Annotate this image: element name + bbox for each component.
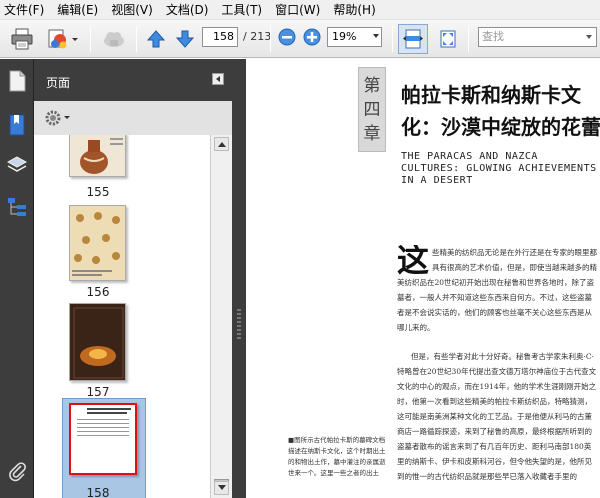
scroll-down-button[interactable] (214, 481, 229, 495)
chapter-char: 章 (363, 123, 381, 144)
body-paragraph: 这 些精美的纺织品无论是在外行还是在专家的眼里都具有很高的艺术价值，但是，即使当… (397, 245, 597, 349)
document-view: 第 四 章 帕拉卡斯和纳斯卡文化：沙漠中绽放的花蕾 THE PARACAS AN… (246, 59, 600, 498)
search-placeholder: 查找 (482, 30, 504, 43)
cloud-button[interactable] (100, 27, 128, 51)
zoom-out-button[interactable] (277, 27, 297, 47)
thumbnail-scrollbar[interactable] (210, 135, 232, 498)
paragraph-text: 但是，有些学者对此十分好奇。秘鲁考古学家朱利奥·C·特略曾在20世纪30年代提出… (397, 352, 597, 481)
page-thumbnail[interactable] (69, 403, 137, 475)
collapse-panel-button[interactable] (212, 73, 224, 85)
fit-width-icon (403, 29, 423, 49)
splitter-grip[interactable] (237, 309, 241, 339)
panel-title: 页面 (46, 76, 71, 90)
fullscreen-icon (440, 30, 456, 48)
zoom-select[interactable]: 19% (327, 27, 382, 47)
bookmarks-icon (9, 114, 25, 136)
pottery-image (80, 138, 123, 174)
text-page-image (77, 408, 131, 436)
page-thumbnail[interactable] (69, 205, 126, 281)
prev-page-button[interactable] (145, 27, 167, 51)
attachments-nav-button[interactable] (5, 459, 29, 483)
menu-view[interactable]: 视图(V) (111, 1, 153, 18)
panel-header: 页面 (34, 59, 232, 101)
toolbar-separator (90, 26, 91, 52)
print-button[interactable] (8, 27, 36, 51)
image-caption: ■图所示古代帕拉卡斯的墓碑文档描述在纳斯卡文化，这个时期出土的和物出土作，墓中灌… (288, 436, 386, 477)
zoom-in-button[interactable] (302, 27, 322, 47)
page-total: / 213 (243, 30, 272, 43)
toolbar-separator (270, 26, 271, 52)
menu-edit[interactable]: 编辑(E) (57, 1, 98, 18)
menu-file[interactable]: 文件(F) (4, 1, 44, 18)
drop-cap: 这 (397, 245, 430, 279)
bookmarks-nav-button[interactable] (5, 113, 29, 137)
scroll-up-button[interactable] (214, 137, 229, 151)
textile-image (70, 206, 125, 280)
thumbnail-label: 157 (86, 385, 110, 399)
layers-nav-button[interactable] (5, 153, 29, 177)
toolbar-separator (468, 26, 469, 52)
page-thumbnail[interactable] (69, 135, 126, 177)
page-thumbnail[interactable] (69, 303, 126, 381)
next-page-icon (175, 30, 195, 48)
share-button[interactable] (44, 27, 82, 51)
chevron-left-icon (216, 76, 220, 82)
fullscreen-button[interactable] (436, 27, 460, 51)
page-number-input[interactable]: 158 (202, 27, 238, 47)
structure-nav-button[interactable] (5, 195, 29, 219)
next-page-button[interactable] (174, 27, 196, 51)
panel-options-button[interactable] (44, 109, 72, 127)
menu-window[interactable]: 窗口(W) (275, 1, 320, 18)
zoom-value: 19% (332, 30, 357, 43)
structure-icon (8, 198, 26, 216)
chevron-down-icon (217, 485, 226, 490)
thumbnail-label: 156 (86, 285, 110, 299)
cloud-icon (104, 32, 124, 47)
menu-tools[interactable]: 工具(T) (221, 1, 262, 18)
gear-icon (45, 110, 70, 126)
chapter-tab: 第 四 章 (358, 67, 386, 152)
prev-page-icon (146, 30, 166, 48)
pages-icon (9, 70, 26, 92)
thumbnail-list: 155 156 157 158 (34, 135, 210, 498)
layers-icon (6, 156, 28, 172)
zoom-out-icon (278, 28, 296, 46)
photo-image (70, 304, 125, 380)
chevron-down-icon (586, 35, 592, 39)
toolbar-separator (136, 26, 137, 52)
pages-nav-button[interactable] (5, 69, 29, 93)
navigation-rail (0, 59, 34, 498)
pages-panel: 页面 155 156 157 158 (34, 59, 232, 498)
chevron-up-icon (217, 142, 226, 147)
search-input[interactable]: 查找 (478, 27, 597, 47)
panel-splitter[interactable] (232, 59, 246, 498)
panel-options-bar (34, 101, 232, 135)
chevron-down-icon (373, 34, 379, 38)
zoom-in-icon (303, 28, 321, 46)
share-icon (48, 29, 78, 49)
menu-bar: 文件(F) 编辑(E) 视图(V) 文档(D) 工具(T) 窗口(W) 帮助(H… (0, 0, 600, 20)
chapter-char: 第 (363, 75, 381, 96)
thumbnail-label: 155 (86, 185, 110, 199)
chapter-char: 四 (363, 99, 381, 120)
menu-document[interactable]: 文档(D) (166, 1, 209, 18)
fit-width-button[interactable] (398, 24, 428, 54)
attachment-icon (9, 462, 26, 482)
thumbnail-label: 158 (86, 486, 110, 498)
body-paragraph: 但是，有些学者对此十分好奇。秘鲁考古学家朱利奥·C·特略曾在20世纪30年代提出… (397, 349, 597, 498)
print-icon (11, 28, 33, 50)
menu-help[interactable]: 帮助(H) (333, 1, 375, 18)
document-subtitle: THE PARACAS AND NAZCA CULTURES: GLOWING … (401, 151, 597, 186)
document-title: 帕拉卡斯和纳斯卡文化：沙漠中绽放的花蕾 (401, 83, 600, 139)
toolbar-separator (392, 26, 393, 52)
